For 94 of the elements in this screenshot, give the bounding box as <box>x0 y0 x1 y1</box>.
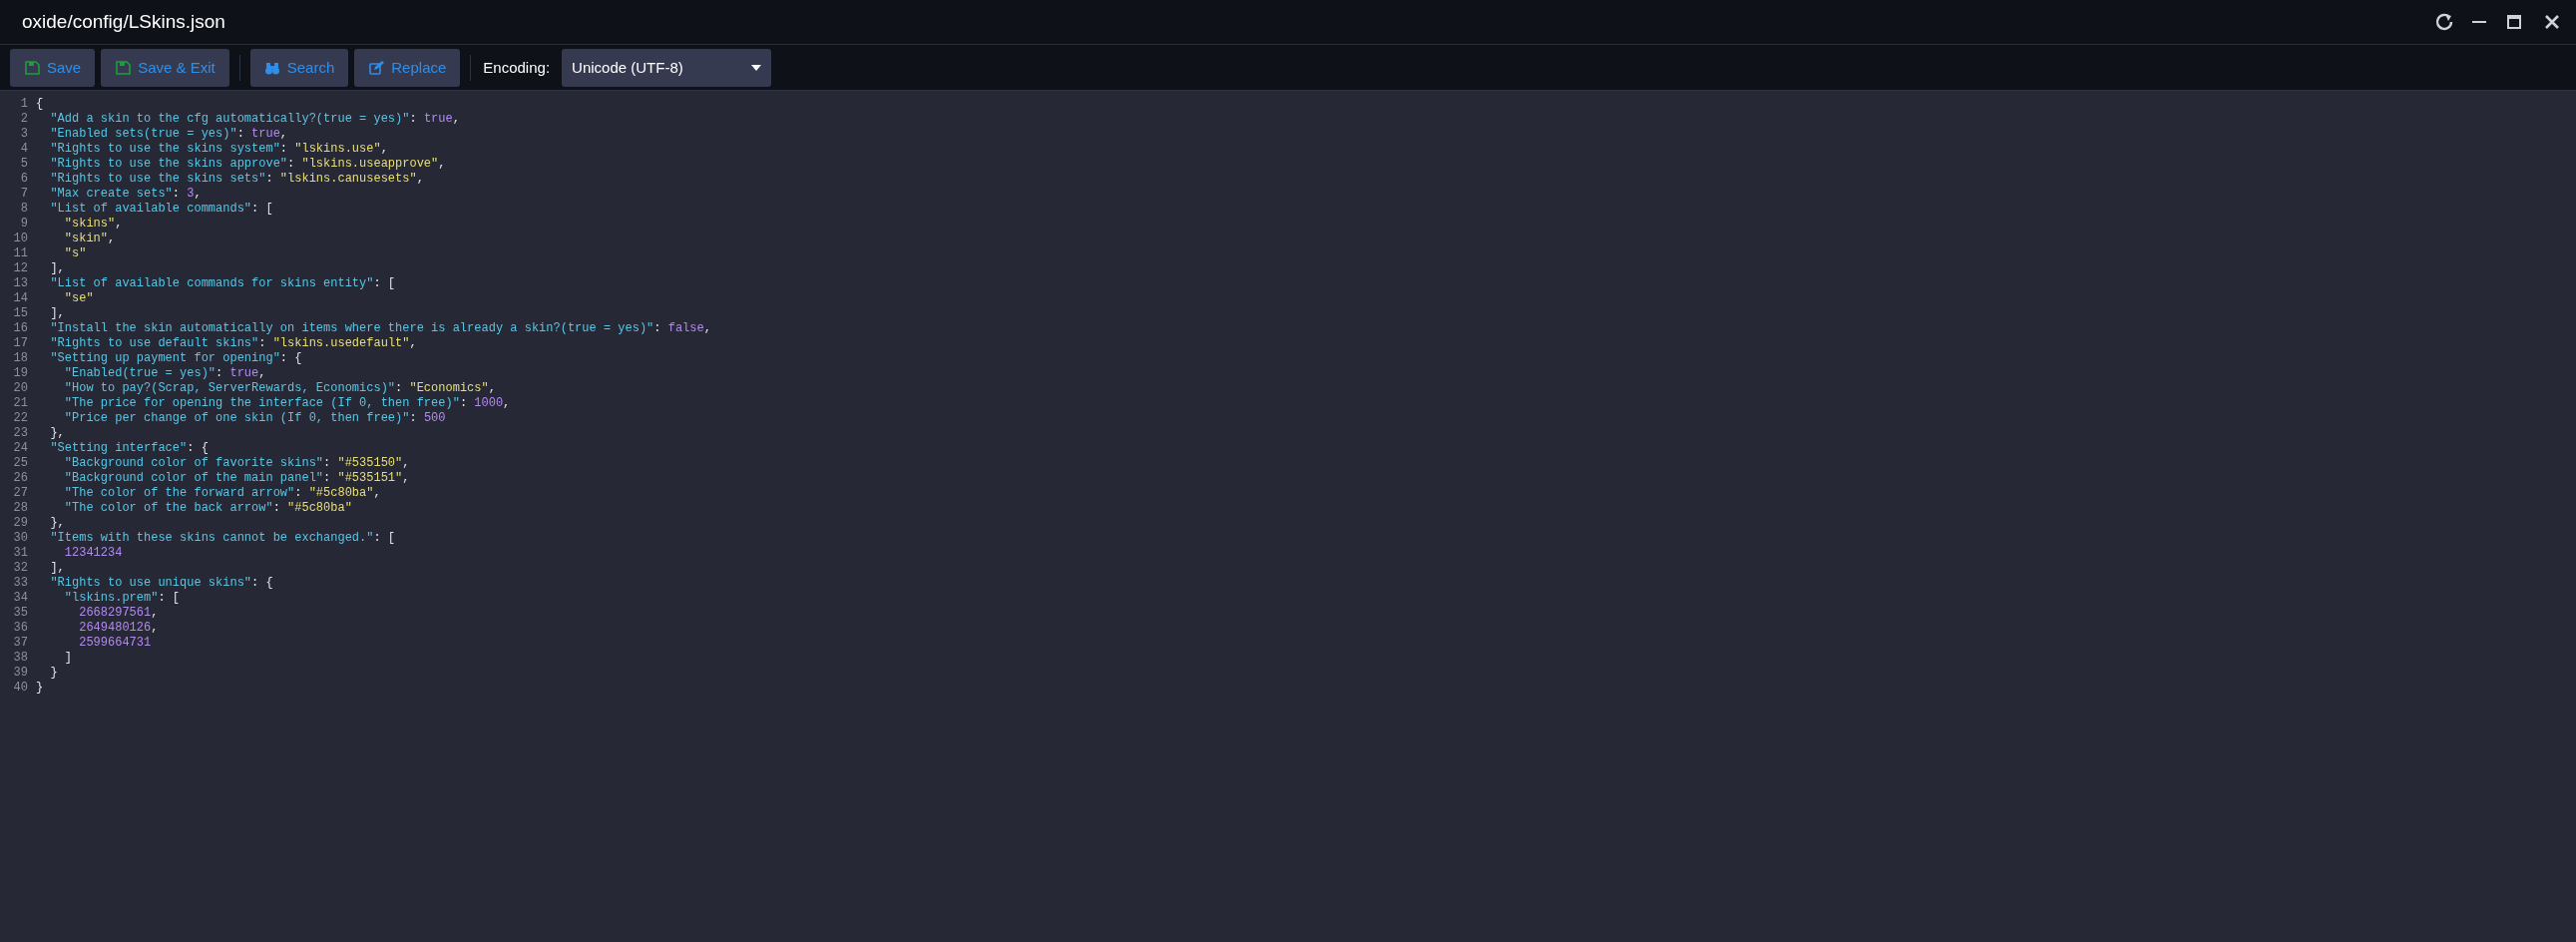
code-line: "skins", <box>63 217 123 232</box>
line-number: 16 <box>13 321 28 335</box>
floppy-icon <box>24 59 40 76</box>
code-line: "Install the skin automatically on items where there is already a skin?(true = yes)": false, <box>49 321 711 336</box>
line-number: 8 <box>20 202 28 216</box>
maximize-icon <box>2504 12 2524 32</box>
code-line: 2668297561, <box>78 606 159 621</box>
line-number: 2 <box>20 112 28 126</box>
code-line: "Enabled(true = yes)": true, <box>63 366 266 381</box>
code-line: "Rights to use the skins approve": "lskins.useapprove", <box>49 157 446 172</box>
code-line: ], <box>49 306 65 321</box>
code-line: }, <box>49 426 65 441</box>
line-number: 21 <box>13 396 28 410</box>
line-number: 4 <box>20 142 28 156</box>
line-number: 9 <box>20 217 28 231</box>
code-line: "se" <box>63 291 94 306</box>
code-line: } <box>49 666 58 681</box>
code-line: "The color of the back arrow": "#5c80ba" <box>63 501 352 516</box>
line-number: 19 <box>13 366 28 380</box>
line-number: 32 <box>13 561 28 575</box>
line-number: 26 <box>13 471 28 485</box>
code-line: ], <box>49 561 65 576</box>
code-line: "skin", <box>63 232 116 246</box>
line-number: 23 <box>13 426 28 440</box>
line-number: 27 <box>13 486 28 500</box>
line-number: 38 <box>13 651 28 665</box>
code-line: 2599664731 <box>78 636 152 651</box>
toolbar-button[interactable]: Replace <box>354 48 461 87</box>
edit-icon <box>368 59 385 76</box>
line-number: 6 <box>20 172 28 186</box>
code-line: "Setting up payment for opening": { <box>49 351 302 366</box>
line-number: 33 <box>13 576 28 590</box>
code-line: 12341234 <box>63 546 123 561</box>
refresh-icon <box>2434 12 2454 32</box>
line-number: 17 <box>13 336 28 350</box>
toolbar-button[interactable]: Save <box>10 48 96 87</box>
code-line: "Rights to use default skins": "lskins.usedefault", <box>49 336 417 351</box>
toolbar-button[interactable]: Search <box>249 48 349 87</box>
line-number: 13 <box>13 276 28 290</box>
line-number: 40 <box>13 681 28 695</box>
code-line: { <box>36 97 44 112</box>
line-number: 28 <box>13 501 28 515</box>
line-number: 31 <box>13 546 28 560</box>
line-number: 12 <box>13 261 28 275</box>
line-number: 7 <box>20 187 28 201</box>
code-line: "Max create sets": 3, <box>49 187 202 202</box>
code-line: ] <box>63 651 72 666</box>
line-number: 37 <box>13 636 28 650</box>
line-number: 35 <box>13 606 28 620</box>
line-number: 3 <box>20 127 28 141</box>
line-number: 11 <box>13 246 28 260</box>
window-title: oxide/config/LSkins.json <box>22 11 226 33</box>
line-number: 22 <box>13 411 28 425</box>
code-line: 2649480126, <box>78 621 159 636</box>
code-line: "How to pay?(Scrap, ServerRewards, Economics)": "Economics", <box>63 381 496 396</box>
line-number: 36 <box>13 621 28 635</box>
line-number: 18 <box>13 351 28 365</box>
code-line: "Setting interface": { <box>49 441 209 456</box>
toolbar-button[interactable]: Save & Exit <box>101 48 229 87</box>
code-line: "Rights to use the skins system": "lskins.use", <box>49 142 388 157</box>
line-number: 5 <box>20 157 28 171</box>
code-line: "Add a skin to the cfg automatically?(true = yes)": true, <box>49 112 460 127</box>
caret-icon <box>751 64 762 71</box>
code-line: "Price per change of one skin (If 0, then free)": 500 <box>63 411 446 426</box>
line-number: 34 <box>13 591 28 605</box>
code-line: "List of available commands for skins entity": [ <box>49 276 396 291</box>
line-number: 1 <box>20 97 28 111</box>
code-line: "Enabled sets(true = yes)": true, <box>49 127 288 142</box>
code-line: "Background color of favorite skins": "#535150", <box>63 456 410 471</box>
minimize-icon <box>2472 21 2486 23</box>
code-line: "Rights to use unique skins": { <box>49 576 273 591</box>
code-line: "s" <box>63 246 87 261</box>
code-line: "The color of the forward arrow": "#5c80ba", <box>63 486 381 501</box>
line-number: 29 <box>13 516 28 530</box>
code-line: } <box>36 681 44 696</box>
code-line: "List of available commands": [ <box>49 202 273 217</box>
line-number: 15 <box>13 306 28 320</box>
floppy-icon <box>115 59 132 76</box>
line-number: 25 <box>13 456 28 470</box>
code-line: ], <box>49 261 65 276</box>
line-number: 20 <box>13 381 28 395</box>
line-number: 39 <box>13 666 28 680</box>
code-line: "Items with these skins cannot be exchanged.": [ <box>49 531 396 546</box>
code-line: }, <box>49 516 65 531</box>
encoding-dropdown[interactable]: Unicode (UTF-8) <box>562 48 772 87</box>
code-line: "The price for opening the interface (If 0, then free)": 1000, <box>63 396 511 411</box>
code-line: "Rights to use the skins sets": "lskins.canusesets", <box>49 172 424 187</box>
line-number: 14 <box>13 291 28 305</box>
line-number: 30 <box>13 531 28 545</box>
code-line: "Background color of the main panel": "#535151", <box>63 471 410 486</box>
line-number: 10 <box>13 232 28 245</box>
code-line: "lskins.prem": [ <box>63 591 181 606</box>
encoding-label: Encoding: <box>483 59 551 76</box>
line-number: 24 <box>13 441 28 455</box>
